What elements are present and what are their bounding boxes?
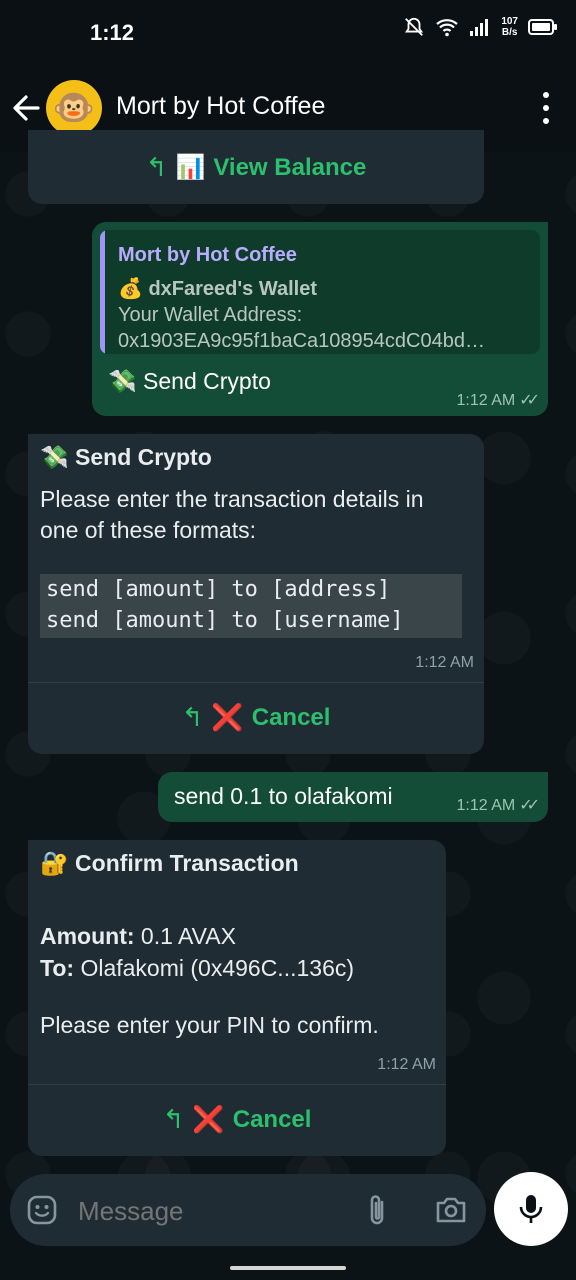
instruction-line-2: one of these formats: — [40, 517, 257, 543]
net-speed-unit: B/s — [501, 27, 518, 38]
cancel-label: Cancel — [251, 703, 331, 731]
battery-icon — [528, 19, 557, 35]
pin-instruction: Please enter your PIN to confirm. — [40, 1012, 379, 1038]
reply-arrow-icon: ↰ — [181, 702, 204, 732]
cancel-button[interactable]: ↰ ❌ Cancel — [28, 702, 484, 733]
code-line-1: send [amount] to [address] — [46, 577, 391, 602]
camera-icon[interactable] — [434, 1194, 468, 1226]
chat-title[interactable]: Mort by Hot Coffee — [116, 92, 325, 121]
avatar[interactable]: 🐵 — [46, 80, 102, 136]
quote-address: 0x1903EA9c95f1baCa108954cdC04bd… — [118, 330, 485, 352]
amount-row: Amount: 0.1 AVAX — [40, 920, 354, 952]
reply-arrow-icon: ↰ — [145, 152, 168, 182]
confirm-transaction-bubble: 🔐 Confirm Transaction Amount: 0.1 AVAX T… — [28, 840, 446, 1156]
transaction-details: Amount: 0.1 AVAX To: Olafakomi (0x496C..… — [40, 920, 354, 984]
outgoing-reply-bubble[interactable]: Mort by Hot Coffee 💰 dxFareed's Wallet Y… — [92, 222, 548, 416]
more-options-icon[interactable] — [542, 92, 550, 124]
amount-value: 0.1 AVAX — [140, 923, 236, 949]
recipient-row: To: Olafakomi (0x496C...136c) — [40, 952, 354, 984]
to-value: Olafakomi (0x496C...136c) — [80, 955, 355, 981]
quote-wallet-name: 💰 dxFareed's Wallet — [118, 278, 317, 300]
wifi-icon — [436, 19, 459, 37]
send-crypto-title: Send Crypto — [75, 444, 212, 470]
button-divider — [28, 1084, 446, 1085]
mute-bell-icon — [405, 17, 424, 36]
read-ticks-icon: ✓✓ — [519, 392, 540, 409]
message-input-bar — [10, 1174, 486, 1246]
lock-key-icon: 🔐 — [40, 850, 69, 876]
status-bar: 1:12 107 B/s — [0, 0, 576, 64]
net-speed-value: 107 — [501, 16, 518, 27]
time-text: 1:12 AM — [456, 392, 516, 409]
read-ticks-icon: ✓✓ — [519, 797, 540, 814]
money-wings-icon: 💸 — [108, 368, 137, 394]
message-time: 1:12 AM ✓✓ — [456, 795, 540, 815]
attach-icon[interactable] — [364, 1192, 390, 1228]
view-balance-label: View Balance — [213, 153, 367, 181]
monkey-icon: 🐵 — [52, 89, 96, 127]
cross-icon: ❌ — [211, 702, 244, 732]
amount-label: Amount: — [40, 923, 135, 949]
send-crypto-bubble: 💸 Send Crypto Please enter the transacti… — [28, 434, 484, 754]
view-balance-button[interactable]: ↰ 📊 View Balance — [28, 130, 484, 204]
quote-bar — [100, 230, 105, 354]
quote-sender: Mort by Hot Coffee — [118, 244, 297, 266]
cancel-label: Cancel — [232, 1105, 312, 1133]
quote-address-label: Your Wallet Address: — [118, 304, 303, 326]
voice-record-button[interactable] — [494, 1172, 568, 1246]
reply-arrow-icon: ↰ — [162, 1104, 185, 1134]
instruction-line-1: Please enter the transaction details in — [40, 486, 424, 512]
cross-icon: ❌ — [192, 1104, 225, 1134]
back-arrow-icon[interactable] — [10, 88, 44, 128]
message-time: 1:12 AM — [377, 1056, 436, 1073]
gesture-nav-bar[interactable] — [230, 1266, 346, 1270]
bubble-title: 🔐 Confirm Transaction — [40, 850, 299, 877]
chart-icon: 📊 — [175, 154, 206, 181]
instructions: Please enter the transaction details in … — [40, 484, 424, 546]
emoji-sticker-icon[interactable] — [26, 1194, 58, 1226]
button-divider — [28, 682, 484, 683]
message-time: 1:12 AM ✓✓ — [456, 390, 540, 410]
network-speed: 107 B/s — [501, 16, 518, 38]
microphone-icon — [519, 1195, 543, 1223]
code-line-2: send [amount] to [username] — [46, 608, 404, 633]
status-time: 1:12 — [90, 20, 135, 45]
code-block[interactable]: send [amount] to [address] send [amount]… — [40, 574, 462, 638]
outgoing-message-bubble[interactable]: send 0.1 to olafakomi 1:12 AM ✓✓ — [158, 772, 548, 822]
quoted-message[interactable]: Mort by Hot Coffee 💰 dxFareed's Wallet Y… — [100, 230, 540, 354]
bubble-title: 💸 Send Crypto — [40, 444, 212, 471]
confirm-title: Confirm Transaction — [75, 850, 299, 876]
to-label: To: — [40, 955, 75, 981]
view-balance-row: ↰ 📊 View Balance — [28, 152, 484, 183]
message-text: 💸 Send Crypto — [108, 368, 271, 395]
message-time: 1:12 AM — [415, 654, 474, 671]
time-text: 1:12 AM — [456, 797, 516, 814]
signal-icon — [470, 19, 489, 36]
send-crypto-text: Send Crypto — [143, 368, 271, 394]
message-text: send 0.1 to olafakomi — [174, 783, 393, 809]
cancel-button[interactable]: ↰ ❌ Cancel — [28, 1104, 446, 1135]
money-wings-icon: 💸 — [40, 444, 69, 470]
status-icons: 107 B/s — [403, 16, 558, 38]
message-input[interactable] — [76, 1192, 340, 1230]
